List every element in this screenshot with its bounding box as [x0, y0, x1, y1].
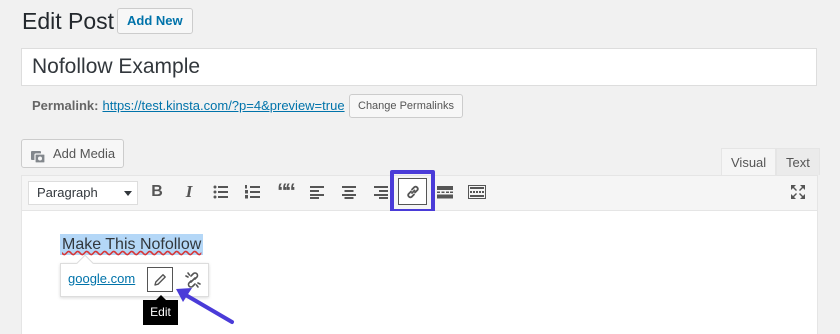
bold-button[interactable]: B [145, 180, 169, 204]
tooltip-arrow [156, 295, 166, 300]
bold-icon: B [151, 183, 163, 200]
blockquote-button[interactable]: ““ [273, 180, 297, 204]
annotation-arrow [176, 288, 234, 324]
permalink-label: Permalink: [32, 98, 99, 113]
align-left-button[interactable] [305, 180, 329, 204]
align-center-button[interactable] [337, 180, 361, 204]
numbered-list-button[interactable] [241, 180, 265, 204]
toolbar-toggle-icon [468, 185, 486, 199]
selected-text[interactable]: Make This Nofollow [60, 234, 204, 255]
fullscreen-icon [791, 185, 805, 199]
italic-button[interactable]: I [177, 180, 201, 204]
toolbar-toggle-button[interactable] [465, 180, 489, 204]
popover-link-url[interactable]: google.com [68, 271, 135, 287]
bulleted-list-icon [213, 185, 228, 199]
blockquote-icon: ““ [277, 179, 296, 204]
read-more-icon [437, 186, 453, 199]
read-more-button[interactable] [433, 180, 457, 204]
fullscreen-button[interactable] [786, 180, 810, 204]
permalink-link[interactable]: https://test.kinsta.com/?p=4&preview=tru… [102, 98, 344, 113]
tab-text[interactable]: Text [776, 148, 820, 175]
align-left-icon [310, 186, 324, 199]
chevron-down-icon [124, 191, 132, 196]
format-select-value: Paragraph [37, 185, 98, 200]
numbered-list-icon [245, 185, 260, 199]
edit-tooltip-label: Edit [150, 305, 171, 319]
page-title: Edit Post [22, 8, 115, 34]
insert-link-icon [406, 185, 419, 198]
italic-icon: I [185, 182, 193, 201]
add-media-label: Add Media [53, 146, 116, 161]
change-permalinks-button[interactable]: Change Permalinks [349, 94, 463, 118]
post-title-input[interactable]: Nofollow Example [21, 48, 817, 86]
insert-link-button[interactable] [398, 178, 427, 205]
selected-text-content: Make This Nofollow [62, 236, 202, 253]
permalink: Permalink: https://test.kinsta.com/?p=4&p… [32, 96, 345, 116]
pencil-icon [153, 274, 166, 286]
tab-visual[interactable]: Visual [721, 148, 777, 175]
align-center-icon [342, 186, 356, 199]
align-right-icon [374, 186, 388, 199]
format-select[interactable]: Paragraph [28, 181, 138, 205]
bulleted-list-button[interactable] [209, 180, 233, 204]
add-new-button[interactable]: Add New [117, 8, 193, 34]
add-media-button[interactable]: Add Media [21, 139, 124, 168]
media-camera-icon [30, 146, 46, 164]
